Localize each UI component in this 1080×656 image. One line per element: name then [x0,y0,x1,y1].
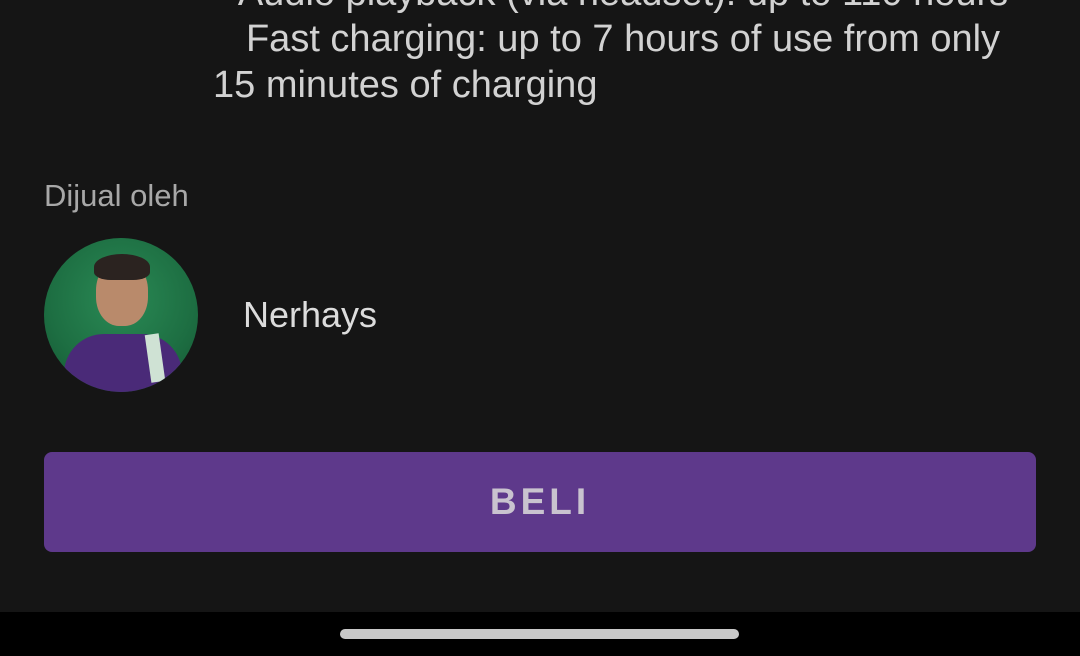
seller-avatar[interactable] [44,238,198,392]
avatar-hair-shape [94,254,150,280]
sold-by-label: Dijual oleh [44,178,189,213]
product-description: Audio playback (via headset): up to 110 … [213,0,1033,108]
description-line: Fast charging: up to 7 hours of use from… [245,18,1001,60]
description-line: 15 minutes of charging [213,64,598,106]
product-detail-screen: Audio playback (via headset): up to 110 … [0,0,1080,656]
system-navigation-bar [0,612,1080,656]
seller-row[interactable]: Nerhays [44,238,377,392]
seller-name[interactable]: Nerhays [243,293,377,337]
buy-button[interactable]: BELI [44,452,1036,552]
home-indicator[interactable] [340,629,739,639]
avatar-body-shape [64,334,182,392]
description-line: Audio playback (via headset): up to 110 … [213,0,1033,16]
